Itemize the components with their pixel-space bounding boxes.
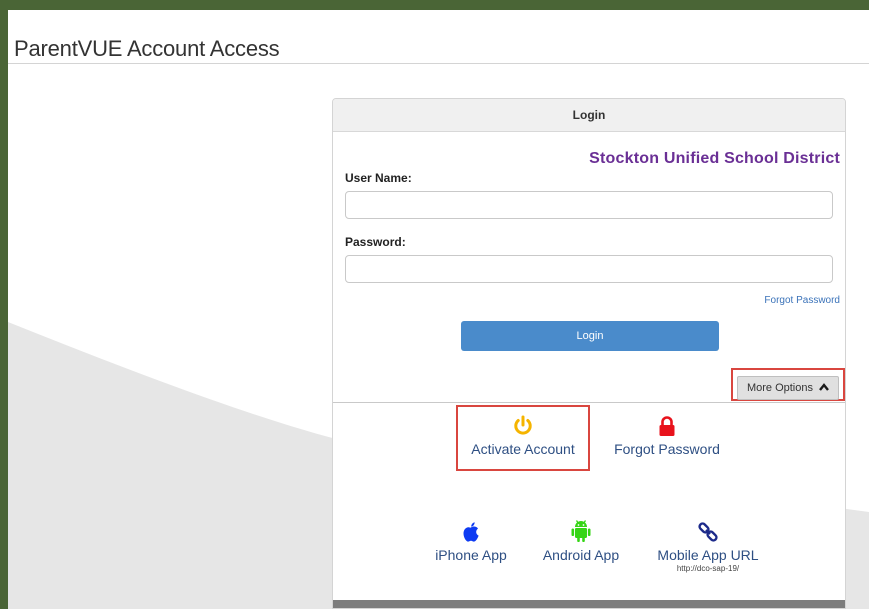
android-app-label: Android App [542, 547, 620, 563]
iphone-app-option[interactable]: iPhone App [419, 519, 523, 563]
panel-footer-bar [333, 600, 845, 608]
android-app-option[interactable]: Android App [529, 519, 633, 563]
more-options-label: More Options [746, 382, 813, 394]
apple-icon [463, 522, 479, 542]
password-label: Password: [345, 235, 406, 249]
login-panel-header: Login [333, 99, 845, 132]
lock-icon [659, 416, 675, 436]
password-input[interactable] [345, 255, 833, 283]
more-options-divider [333, 402, 845, 403]
forgot-password-link[interactable]: Forgot Password [764, 295, 840, 306]
login-button[interactable]: Login [461, 321, 719, 351]
power-icon [514, 415, 532, 435]
more-options-button[interactable]: More Options [737, 376, 839, 400]
page-frame: ParentVUE Account Access Login Stockton … [8, 10, 869, 609]
android-icon [571, 520, 591, 542]
mobile-app-url-option[interactable]: Mobile App URL http://dco-sap-19/ [641, 519, 775, 573]
district-name: Stockton Unified School District [589, 150, 840, 167]
link-icon [698, 522, 718, 542]
username-input[interactable] [345, 191, 833, 219]
username-label: User Name: [345, 171, 412, 185]
iphone-app-label: iPhone App [435, 547, 507, 563]
mobile-app-url-label: Mobile App URL [657, 547, 759, 563]
activate-account-label: Activate Account [471, 441, 575, 457]
chevron-up-icon [819, 377, 829, 399]
title-divider [8, 63, 869, 64]
forgot-password-option[interactable]: Forgot Password [603, 413, 731, 457]
activate-account-option[interactable]: Activate Account [459, 413, 587, 457]
page-title: ParentVUE Account Access [14, 36, 280, 61]
mobile-app-url-value: http://dco-sap-19/ [676, 564, 740, 573]
forgot-password-label: Forgot Password [614, 441, 720, 457]
login-panel: Login Stockton Unified School District U… [332, 98, 846, 609]
